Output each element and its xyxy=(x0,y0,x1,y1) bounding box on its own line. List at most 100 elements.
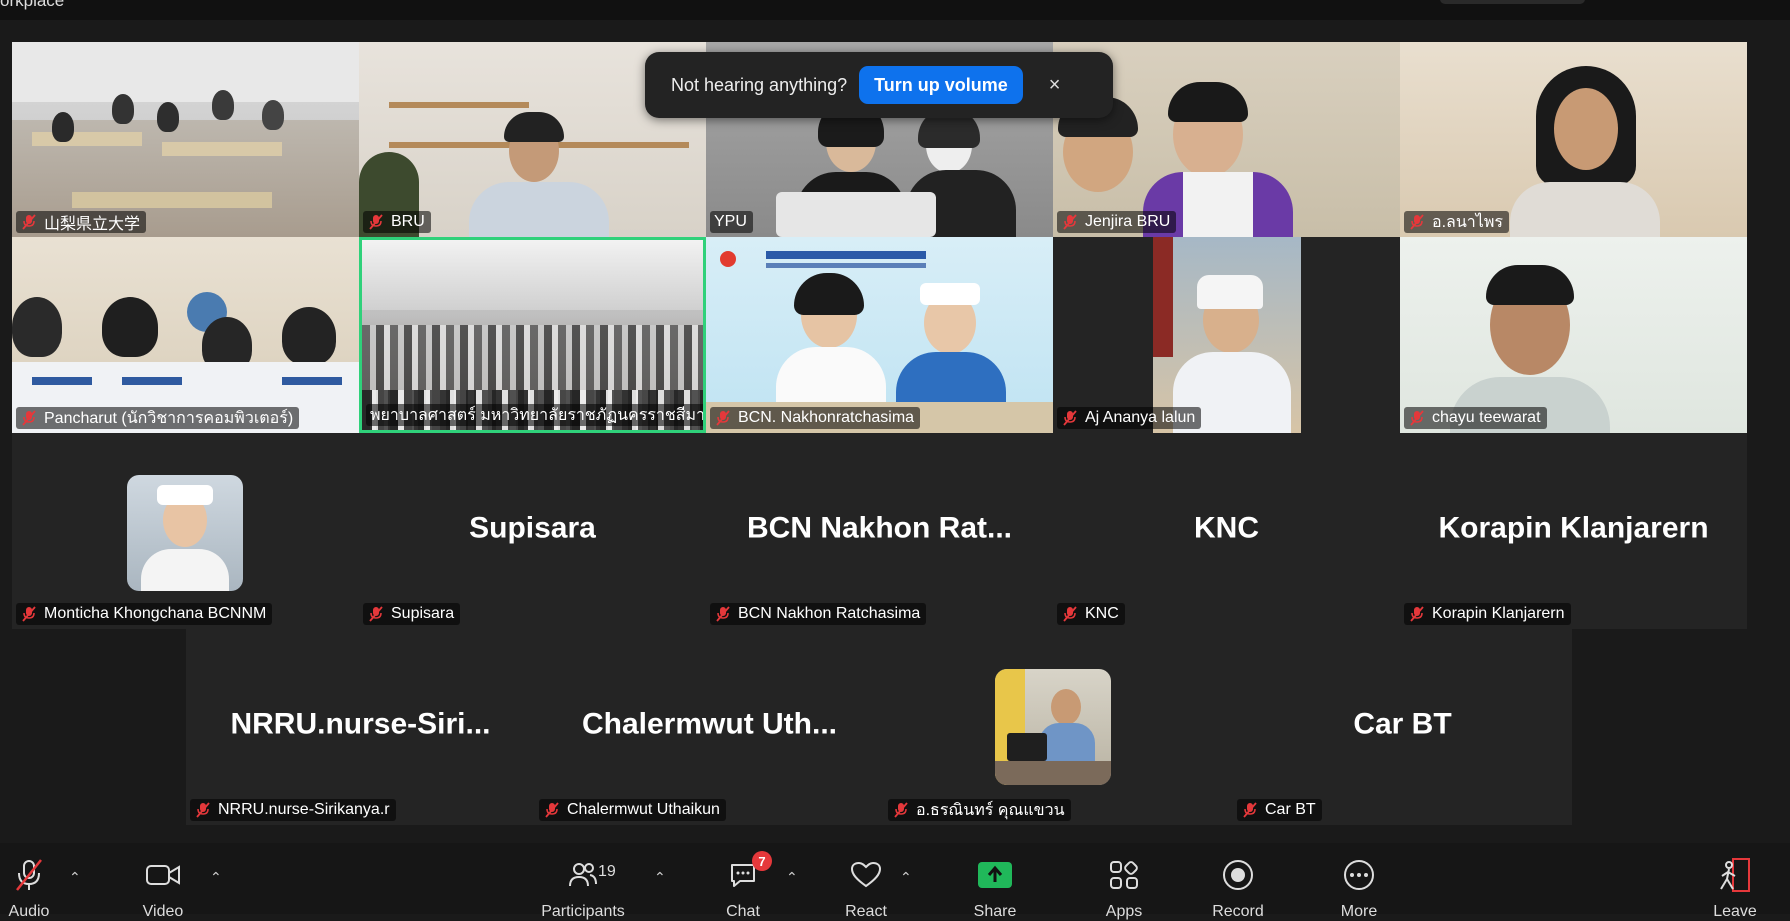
leave-button[interactable]: Leave xyxy=(1680,857,1790,921)
mic-muted-icon xyxy=(1243,802,1257,818)
mic-muted-icon xyxy=(369,606,383,622)
video-feed xyxy=(706,237,1053,433)
participants-button[interactable]: 19 Participants xyxy=(528,857,638,921)
react-options-chevron-icon[interactable]: ⌃ xyxy=(900,869,914,885)
leave-door-icon xyxy=(1716,857,1754,893)
participant-tile[interactable]: Monticha Khongchana BCNNM xyxy=(12,433,359,629)
avatar xyxy=(127,475,243,591)
mic-muted-icon xyxy=(545,802,559,818)
name-label: อ.ธรณินทร์ คุณแขวน xyxy=(888,799,1071,821)
mic-muted-icon xyxy=(716,606,730,622)
share-button[interactable]: Share xyxy=(940,857,1050,921)
apps-icon xyxy=(1105,857,1143,893)
name-label: Pancharut (นักวิชาการคอมพิวเตอร์) xyxy=(16,407,300,429)
participant-tile[interactable]: Korapin Klanjarern Korapin Klanjarern xyxy=(1400,433,1747,629)
react-button[interactable]: React xyxy=(811,857,921,921)
name-label: KNC xyxy=(1057,603,1125,625)
video-feed xyxy=(1153,237,1301,433)
react-label: React xyxy=(845,903,887,920)
mic-muted-icon xyxy=(894,802,908,818)
mic-muted-icon xyxy=(10,857,48,893)
leave-label: Leave xyxy=(1713,903,1757,920)
more-button[interactable]: More xyxy=(1304,857,1414,921)
participant-name-display: KNC xyxy=(1194,511,1259,545)
notification-message: Not hearing anything? xyxy=(671,74,848,95)
participant-tile[interactable]: 山梨県立大学 xyxy=(12,42,359,237)
participant-tile[interactable]: Car BT Car BT xyxy=(1233,629,1572,825)
record-label: Record xyxy=(1212,903,1264,920)
participant-tile[interactable]: chayu teewarat xyxy=(1400,237,1747,433)
participant-tile[interactable]: Aj Ananya lalun xyxy=(1053,237,1400,433)
chat-unread-badge: 7 xyxy=(752,851,772,871)
participants-icon: 19 xyxy=(564,857,616,893)
name-label: NRRU.nurse-Sirikanya.r xyxy=(190,799,396,821)
video-feed xyxy=(362,240,703,430)
name-label: BCN. Nakhonratchasima xyxy=(710,407,921,429)
participants-options-chevron-icon[interactable]: ⌃ xyxy=(654,869,668,885)
name-label: BRU xyxy=(363,211,431,233)
chat-label: Chat xyxy=(726,903,760,920)
apps-label: Apps xyxy=(1105,903,1143,920)
name-label: YPU xyxy=(710,211,753,233)
audio-notification: Not hearing anything? Turn up volume × xyxy=(645,52,1113,118)
turn-up-volume-button[interactable]: Turn up volume xyxy=(859,66,1023,104)
mic-muted-icon xyxy=(22,214,36,230)
participant-name-display: Chalermwut Uth... xyxy=(581,707,837,741)
participant-tile[interactable]: อ.ธรณินทร์ คุณแขวน xyxy=(884,629,1233,825)
audio-label: Audio xyxy=(8,903,50,920)
name-label: Korapin Klanjarern xyxy=(1404,603,1571,625)
participant-tile[interactable]: Chalermwut Uth... Chalermwut Uthaikun xyxy=(535,629,884,825)
audio-options-chevron-icon[interactable]: ⌃ xyxy=(69,869,83,885)
apps-button[interactable]: Apps xyxy=(1069,857,1179,921)
participant-tile[interactable]: KNC KNC xyxy=(1053,433,1400,629)
mic-muted-icon xyxy=(1410,606,1424,622)
mic-muted-icon xyxy=(1063,606,1077,622)
mic-muted-icon xyxy=(196,802,210,818)
avatar xyxy=(995,669,1111,785)
record-button[interactable]: Record xyxy=(1183,857,1293,921)
chat-options-chevron-icon[interactable]: ⌃ xyxy=(786,869,800,885)
mic-muted-icon xyxy=(1410,214,1424,230)
name-label: Aj Ananya lalun xyxy=(1057,407,1202,429)
video-camera-icon xyxy=(144,857,182,893)
more-label: More xyxy=(1340,903,1378,920)
mic-muted-icon xyxy=(22,410,36,426)
close-icon[interactable]: × xyxy=(1049,74,1061,97)
video-feed xyxy=(1400,237,1747,433)
video-feed xyxy=(12,237,359,433)
share-label: Share xyxy=(973,903,1017,920)
participant-name-display: NRRU.nurse-Siri... xyxy=(230,707,491,741)
participants-label: Participants xyxy=(541,903,625,920)
participant-tile[interactable]: NRRU.nurse-Siri... NRRU.nurse-Sirikanya.… xyxy=(186,629,535,825)
video-button[interactable]: Video xyxy=(108,857,218,921)
participant-tile[interactable]: BCN Nakhon Rat... BCN Nakhon Ratchasima xyxy=(706,433,1053,629)
mic-muted-icon xyxy=(1063,410,1077,426)
chat-button[interactable]: 7 Chat xyxy=(688,851,798,921)
participant-tile[interactable]: Supisara Supisara xyxy=(359,433,706,629)
participant-tile[interactable]: อ.ลนาไพร xyxy=(1400,42,1747,237)
view-toggle[interactable] xyxy=(1440,0,1585,4)
participant-tile[interactable]: Pancharut (นักวิชาการคอมพิวเตอร์) xyxy=(12,237,359,433)
name-label: Chalermwut Uthaikun xyxy=(539,799,726,821)
title-bar: orkplace xyxy=(0,0,1790,20)
participant-tile[interactable]: BCN. Nakhonratchasima xyxy=(706,237,1053,433)
mic-muted-icon xyxy=(1410,410,1424,426)
participant-name-display: BCN Nakhon Rat... xyxy=(746,511,1013,545)
video-options-chevron-icon[interactable]: ⌃ xyxy=(210,869,224,885)
mic-muted-icon xyxy=(716,410,730,426)
name-label: Jenjira BRU xyxy=(1057,211,1177,233)
name-label: พยาบาลศาสตร์ มหาวิทยาลัยราชภัฏนครราชสีมา xyxy=(366,404,703,426)
participant-name-display: Korapin Klanjarern xyxy=(1438,511,1709,545)
mic-muted-icon xyxy=(1063,214,1077,230)
video-feed xyxy=(1400,42,1747,237)
more-icon xyxy=(1340,857,1378,893)
mic-muted-icon xyxy=(369,214,383,230)
audio-button[interactable]: Audio xyxy=(0,857,84,921)
active-speaker-tile[interactable]: พยาบาลศาสตร์ มหาวิทยาลัยราชภัฏนครราชสีมา xyxy=(359,237,706,433)
window-title: orkplace xyxy=(0,0,65,10)
participants-count: 19 xyxy=(598,863,616,880)
video-feed xyxy=(12,42,359,237)
name-label: Car BT xyxy=(1237,799,1322,821)
participant-name-display: Supisara xyxy=(469,511,596,545)
meeting-toolbar: Audio ⌃ Video ⌃ 19 Participants ⌃ 7 Chat… xyxy=(0,843,1790,920)
